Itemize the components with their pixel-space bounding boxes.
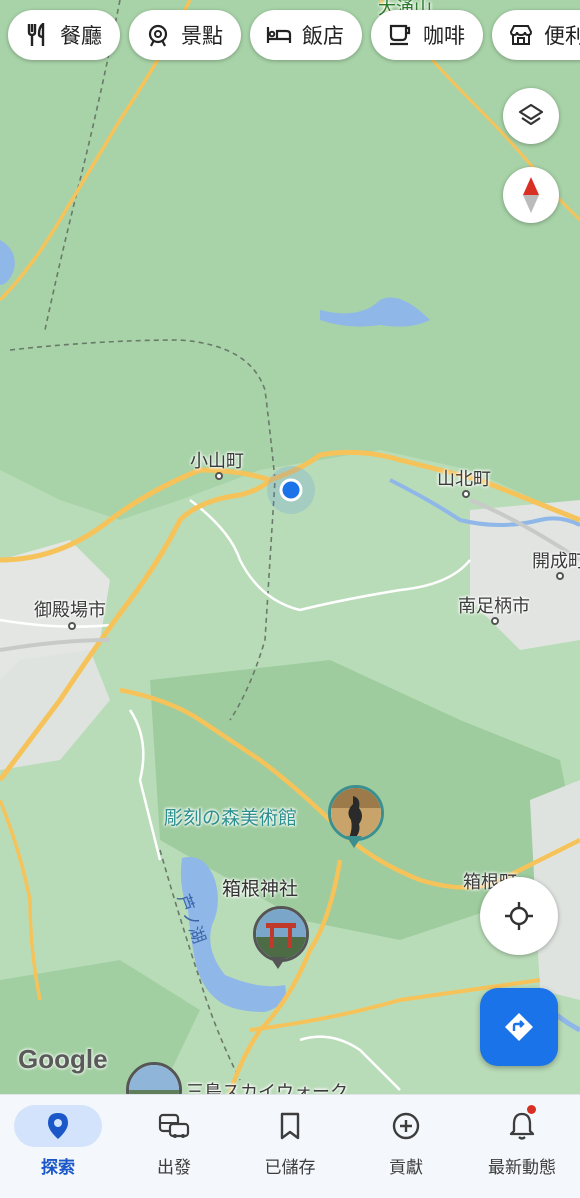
bell-icon	[509, 1112, 535, 1140]
nav-go[interactable]: 出發	[116, 1095, 232, 1198]
nav-icon-container	[246, 1105, 334, 1147]
town-dot	[556, 572, 564, 580]
chip-label: 景點	[181, 24, 223, 48]
place-label-oyama: 小山町	[190, 451, 244, 472]
chip-label: 便利	[544, 24, 580, 48]
fork-knife-icon	[24, 22, 50, 48]
store-icon	[508, 22, 534, 48]
poi-label-hakone-open-air-museum[interactable]: 彫刻の森美術館	[164, 803, 297, 830]
nav-icon-container	[14, 1105, 102, 1147]
chip-coffee[interactable]: 咖啡	[371, 10, 483, 60]
directions-button[interactable]	[480, 988, 558, 1066]
nav-contribute[interactable]: 貢獻	[348, 1095, 464, 1198]
chip-label: 咖啡	[423, 24, 465, 48]
google-logo: Google	[18, 1044, 108, 1074]
compass-icon	[523, 177, 539, 213]
bottom-navigation: 探索 出發 已儲存 貢獻 最新動態	[0, 1094, 580, 1198]
chip-convenience[interactable]: 便利	[492, 10, 580, 60]
category-chip-row: 餐廳 景點 飯店 咖啡 便利	[8, 10, 580, 60]
chip-label: 飯店	[302, 24, 344, 48]
commute-icon	[158, 1113, 190, 1138]
nav-label: 最新動態	[488, 1158, 556, 1178]
bed-icon	[266, 22, 292, 48]
town-dot	[68, 622, 76, 630]
bookmark-icon	[280, 1112, 300, 1140]
place-label-kaisei: 開成町	[532, 551, 580, 572]
nav-saved[interactable]: 已儲存	[232, 1095, 348, 1198]
nav-updates[interactable]: 最新動態	[464, 1095, 580, 1198]
nav-icon-container	[362, 1105, 450, 1147]
chip-attractions[interactable]: 景點	[129, 10, 241, 60]
chip-restaurants[interactable]: 餐廳	[8, 10, 120, 60]
layers-button[interactable]	[503, 88, 559, 144]
pin-pointer-icon	[346, 836, 362, 848]
layers-icon	[518, 103, 544, 126]
compass-button[interactable]	[503, 167, 559, 223]
my-location-button[interactable]	[480, 877, 558, 955]
directions-icon	[505, 1013, 533, 1041]
place-label-yamakita: 山北町	[437, 469, 491, 490]
chip-label: 餐廳	[60, 24, 102, 48]
add-circle-icon	[392, 1112, 420, 1140]
place-label-gotemba: 御殿場市	[34, 600, 106, 621]
shrine-photo-pin[interactable]	[253, 906, 309, 962]
town-dot	[462, 490, 470, 498]
pin-pointer-icon	[270, 957, 286, 969]
poi-label-hakone-shrine[interactable]: 箱根神社	[222, 874, 298, 901]
nav-icon-container	[130, 1105, 218, 1147]
town-dot	[491, 617, 499, 625]
chip-hotels[interactable]: 飯店	[250, 10, 362, 60]
nav-label: 貢獻	[389, 1158, 423, 1178]
location-pin-icon	[48, 1113, 68, 1139]
town-dot	[215, 472, 223, 480]
museum-photo-pin[interactable]	[328, 785, 384, 841]
attraction-icon	[145, 22, 171, 48]
coffee-cup-icon	[387, 22, 413, 48]
nav-icon-container	[478, 1105, 566, 1147]
my-location-icon	[505, 902, 533, 930]
notification-badge	[527, 1105, 536, 1114]
nav-explore[interactable]: 探索	[0, 1095, 116, 1198]
nav-label: 已儲存	[264, 1158, 316, 1178]
place-label-minamiashigara: 南足柄市	[458, 596, 530, 617]
nav-label: 探索	[41, 1158, 75, 1178]
nav-label: 出發	[157, 1158, 191, 1178]
